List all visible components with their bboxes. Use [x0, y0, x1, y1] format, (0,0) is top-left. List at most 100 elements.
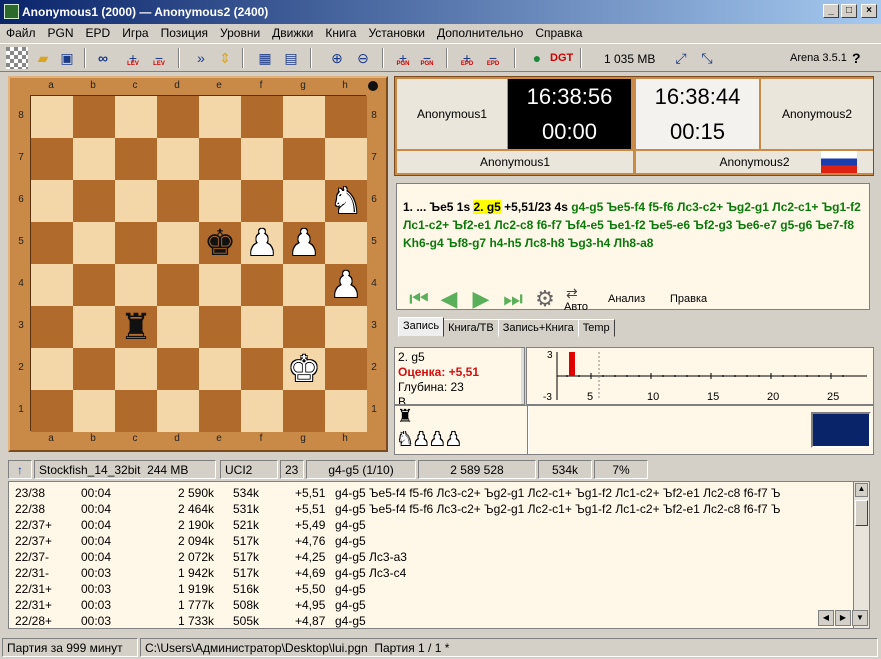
- white-piece-icon[interactable]: ♟: [288, 222, 320, 264]
- analysis-row[interactable]: 22/28+ 00:03 1 733k 505k +4,87 g4-g5: [9, 613, 853, 628]
- scroll-down-icon[interactable]: ▼: [852, 610, 868, 626]
- analysis-output[interactable]: 23/38 00:04 2 590k 534k +5,51 g4-g5 Ъe5-f4 f5…: [8, 481, 854, 629]
- square-e5[interactable]: ♚: [199, 222, 241, 264]
- square-g4[interactable]: [283, 264, 325, 306]
- close-button[interactable]: ×: [861, 4, 877, 18]
- square-a1[interactable]: [31, 390, 73, 432]
- square-g8[interactable]: [283, 96, 325, 138]
- menu-epd[interactable]: EPD: [80, 24, 117, 42]
- tab-temp[interactable]: Temp: [577, 319, 615, 337]
- square-h8[interactable]: [325, 96, 367, 138]
- square-c1[interactable]: [115, 390, 157, 432]
- square-f3[interactable]: [241, 306, 283, 348]
- square-b4[interactable]: [73, 264, 115, 306]
- square-d5[interactable]: [157, 222, 199, 264]
- pgn-add-icon[interactable]: + PGN: [392, 47, 414, 69]
- white-piece-icon[interactable]: ♚: [288, 348, 320, 390]
- dgt-icon[interactable]: DGT: [550, 47, 573, 69]
- square-a2[interactable]: [31, 348, 73, 390]
- square-a5[interactable]: [31, 222, 73, 264]
- analysis-row[interactable]: 22/37+ 00:04 2 094k 517k +4,76 g4-g5: [9, 533, 853, 549]
- level-up-icon[interactable]: + LEV: [122, 47, 144, 69]
- square-b5[interactable]: [73, 222, 115, 264]
- gear-icon[interactable]: ⚙: [532, 287, 558, 313]
- square-b3[interactable]: [73, 306, 115, 348]
- text-position-icon[interactable]: ▤: [280, 47, 302, 69]
- square-g6[interactable]: [283, 180, 325, 222]
- analysis-vertical-scrollbar[interactable]: ▲: [853, 481, 870, 629]
- level-down-icon[interactable]: − LEV: [148, 47, 170, 69]
- flip-arrows-icon[interactable]: ⇕: [214, 47, 236, 69]
- white-piece-icon[interactable]: ♟: [330, 264, 362, 306]
- engine-arrow-icon[interactable]: ↑: [8, 460, 32, 479]
- scroll-left-icon[interactable]: ◀: [818, 610, 834, 626]
- zoom-out-icon[interactable]: ⊖: [352, 47, 374, 69]
- epd-add-icon[interactable]: + EPD: [456, 47, 478, 69]
- square-c5[interactable]: [115, 222, 157, 264]
- previous-move-button[interactable]: ◀: [436, 287, 462, 313]
- menu-pgn[interactable]: PGN: [42, 24, 80, 42]
- square-f2[interactable]: [241, 348, 283, 390]
- square-a3[interactable]: [31, 306, 73, 348]
- square-d4[interactable]: [157, 264, 199, 306]
- square-b1[interactable]: [73, 390, 115, 432]
- square-a6[interactable]: [31, 180, 73, 222]
- square-g5[interactable]: ♟: [283, 222, 325, 264]
- eval-scrollbar[interactable]: [521, 348, 524, 404]
- menu-help[interactable]: Справка: [529, 24, 588, 42]
- square-f8[interactable]: [241, 96, 283, 138]
- square-c2[interactable]: [115, 348, 157, 390]
- square-a4[interactable]: [31, 264, 73, 306]
- save-icon[interactable]: ▣: [56, 47, 78, 69]
- analysis-row[interactable]: 22/37+ 00:04 2 190k 521k +5,49 g4-g5: [9, 517, 853, 533]
- square-e4[interactable]: [199, 264, 241, 306]
- square-h2[interactable]: [325, 348, 367, 390]
- square-d2[interactable]: [157, 348, 199, 390]
- infinite-icon[interactable]: ∞: [92, 47, 114, 69]
- square-c4[interactable]: [115, 264, 157, 306]
- square-g7[interactable]: [283, 138, 325, 180]
- restore-layout-icon[interactable]: ⤡: [696, 47, 718, 69]
- pgn-remove-icon[interactable]: − PGN: [416, 47, 438, 69]
- auto-button[interactable]: Авто: [564, 301, 588, 313]
- maximize-button[interactable]: □: [841, 4, 857, 18]
- tab-record[interactable]: Запись: [398, 317, 445, 337]
- square-h4[interactable]: ♟: [325, 264, 367, 306]
- chessboard[interactable]: ♞ ♚ ♟ ♟ ♟ ♜ ♚: [30, 95, 367, 432]
- zoom-in-icon[interactable]: ⊕: [326, 47, 348, 69]
- square-d6[interactable]: [157, 180, 199, 222]
- square-h7[interactable]: [325, 138, 367, 180]
- square-d1[interactable]: [157, 390, 199, 432]
- menu-game[interactable]: Игра: [116, 24, 154, 42]
- white-piece-icon[interactable]: ♟: [246, 222, 278, 264]
- analysis-row[interactable]: 22/38 00:04 2 464k 531k +5,51 g4-g5 Ъe5-f4 f5…: [9, 501, 853, 517]
- open-folder-icon[interactable]: ▰: [32, 47, 54, 69]
- title-bar[interactable]: Anonymous1 (2000) — Anonymous2 (2400) _ …: [0, 0, 881, 24]
- square-d7[interactable]: [157, 138, 199, 180]
- square-e3[interactable]: [199, 306, 241, 348]
- square-g1[interactable]: [283, 390, 325, 432]
- scroll-thumb[interactable]: [855, 500, 868, 526]
- square-d8[interactable]: [157, 96, 199, 138]
- next-move-button[interactable]: ▶: [468, 287, 494, 313]
- square-c3[interactable]: ♜: [115, 306, 157, 348]
- square-c6[interactable]: [115, 180, 157, 222]
- square-f5[interactable]: ♟: [241, 222, 283, 264]
- square-g3[interactable]: [283, 306, 325, 348]
- square-g2[interactable]: ♚: [283, 348, 325, 390]
- square-h6[interactable]: ♞: [325, 180, 367, 222]
- analysis-button[interactable]: Анализ: [608, 293, 645, 305]
- square-e2[interactable]: [199, 348, 241, 390]
- epd-remove-icon[interactable]: − EPD: [482, 47, 504, 69]
- square-f1[interactable]: [241, 390, 283, 432]
- analysis-row[interactable]: 22/31- 00:03 1 942k 517k +4,69 g4-g5 Лс3-c4: [9, 565, 853, 581]
- square-h5[interactable]: [325, 222, 367, 264]
- square-e8[interactable]: [199, 96, 241, 138]
- square-d3[interactable]: [157, 306, 199, 348]
- square-a8[interactable]: [31, 96, 73, 138]
- current-move[interactable]: 2. g5: [473, 200, 501, 214]
- analysis-row[interactable]: 23/38 00:04 2 590k 534k +5,51 g4-g5 Ъe5-f4 f5…: [9, 485, 853, 501]
- square-b2[interactable]: [73, 348, 115, 390]
- menu-settings[interactable]: Установки: [362, 24, 430, 42]
- black-piece-icon[interactable]: ♚: [204, 222, 236, 264]
